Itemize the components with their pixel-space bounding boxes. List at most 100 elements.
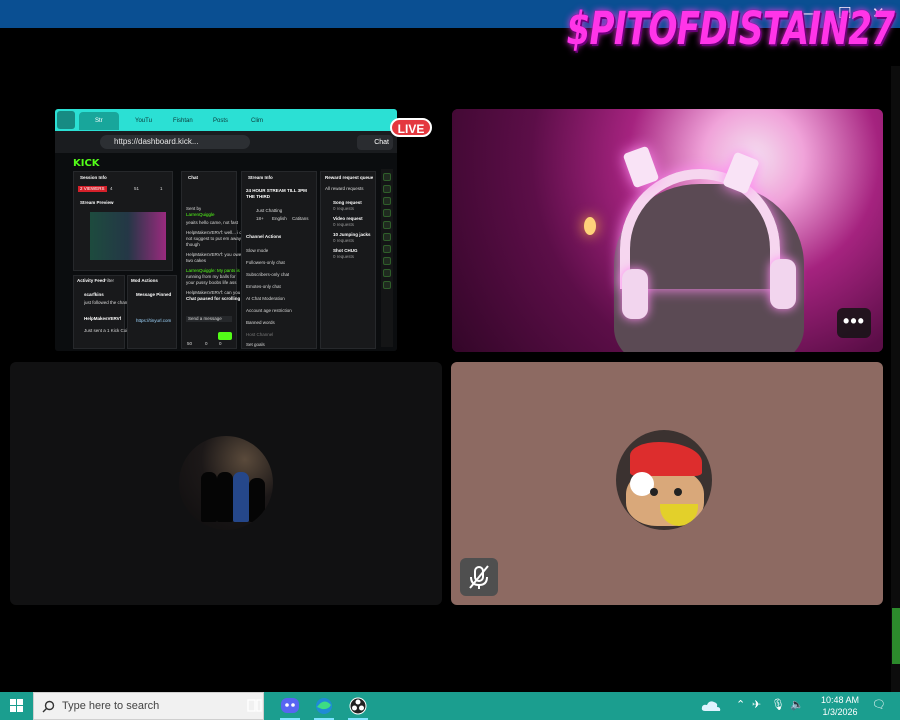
- search-placeholder: Type here to search: [62, 700, 160, 712]
- screen: — ☐ ✕ $PITOFDISTAIN27 Str YouTu Fishtan …: [0, 0, 900, 720]
- obs-icon: [349, 697, 367, 715]
- taskbar-obs[interactable]: [342, 692, 374, 720]
- browser-url-field[interactable]: https://dashboard.kick...: [100, 135, 250, 149]
- tab-posts[interactable]: Posts: [201, 112, 235, 130]
- bottom-stat: 50: [187, 341, 193, 346]
- rail-icon[interactable]: [383, 221, 391, 229]
- taskbar-edge[interactable]: [308, 692, 340, 720]
- session-panel: Session Info 2 VIEWERS 4 51 1 Stream Pre…: [73, 171, 173, 271]
- send-message-input[interactable]: Send a message: [186, 316, 232, 322]
- lamp-light: [584, 217, 596, 235]
- santa-hat: [630, 442, 702, 476]
- channel-action-item[interactable]: Host Channel: [246, 332, 273, 338]
- chat-line: LarrenQuiggle: [186, 212, 215, 217]
- channel-action-item[interactable]: Slow mode: [246, 248, 268, 254]
- tab-clim[interactable]: Clim: [239, 112, 275, 130]
- mod-actions-panel: Mod Actions Message Pinned https://tinyu…: [127, 275, 177, 349]
- reward-count: 0 requests: [333, 238, 355, 243]
- system-clock[interactable]: 10:48 AM 1/3/2026: [813, 694, 867, 718]
- reward-panel: Reward request queue All reward requests…: [320, 171, 376, 349]
- chat-paused-notice[interactable]: Chat paused for scrolling: [186, 296, 240, 302]
- notification-icon[interactable]: 🗨: [872, 698, 886, 711]
- cat-eye: [674, 488, 682, 496]
- activity-line: just followed the channel: [84, 300, 134, 305]
- viewers-badge: 2 VIEWERS: [78, 186, 107, 192]
- taskbar-discord[interactable]: [274, 692, 306, 720]
- channel-action-item[interactable]: Set goals: [246, 342, 265, 348]
- feed-link[interactable]: https://tinyurl.com: [136, 318, 171, 324]
- chat-send-button[interactable]: [218, 332, 232, 340]
- cat-eye: [650, 488, 658, 496]
- windows-logo-icon: [10, 699, 16, 705]
- background-window-edge: [891, 66, 900, 692]
- chat-line: your pussy boobs life ass: [186, 280, 237, 285]
- rail-icon[interactable]: [383, 233, 391, 241]
- rail-icon[interactable]: [383, 209, 391, 217]
- rail-icon[interactable]: [383, 269, 391, 277]
- screenshare-tile[interactable]: Str YouTu Fishtan Posts Clim https://das…: [55, 109, 397, 351]
- avatar: [179, 436, 273, 530]
- rail-icon[interactable]: [383, 185, 391, 193]
- tab-fishtank[interactable]: Fishtan: [161, 112, 197, 130]
- live-badge: LIVE: [390, 118, 432, 137]
- chevron-up-icon[interactable]: ⌃: [736, 698, 745, 711]
- task-view-icon: [247, 699, 262, 712]
- rail-icon[interactable]: [383, 245, 391, 253]
- tab-youtube[interactable]: YouTu: [123, 112, 157, 130]
- channel-action-item[interactable]: Account age restriction: [246, 308, 292, 314]
- stream-tag: 18+: [256, 216, 264, 221]
- chat-line: though: [186, 242, 200, 247]
- tab-actions-icon[interactable]: [57, 111, 75, 129]
- background-window-edge: [892, 608, 900, 664]
- start-button[interactable]: [10, 699, 24, 713]
- stream-preview-video[interactable]: [90, 212, 166, 260]
- stream-info-panel: Stream Info 24 HOUR STREAM TILL 3PM THE …: [241, 171, 317, 349]
- headset-cup: [770, 259, 796, 309]
- task-view-button[interactable]: [238, 692, 270, 720]
- rail-icon[interactable]: [383, 281, 391, 289]
- search-icon: [42, 700, 55, 713]
- activity-line: scarfkins: [84, 292, 104, 297]
- participant-tile[interactable]: [10, 362, 442, 605]
- reward-count: 0 requests: [333, 206, 355, 211]
- channel-action-item[interactable]: Banned words: [246, 320, 275, 326]
- clock-time: 10:48 AM: [820, 695, 860, 705]
- rail-icon[interactable]: [383, 197, 391, 205]
- webcam-tile[interactable]: •••: [452, 109, 883, 352]
- participant-tile-muted[interactable]: [451, 362, 883, 605]
- stream-title: 24 HOUR STREAM TILL 3PM THE THIRD: [246, 188, 307, 199]
- rail-icon[interactable]: [383, 173, 391, 181]
- rail-icon[interactable]: [383, 257, 391, 265]
- person-figure: [233, 472, 249, 522]
- channel-actions-title: Channel Actions: [246, 234, 282, 239]
- bottom-stat: 0: [219, 341, 222, 346]
- chat-title: Chat: [188, 175, 198, 180]
- network-icon[interactable]: ✈: [752, 698, 761, 711]
- speaker-icon[interactable]: 🔈: [790, 698, 804, 711]
- activity-line: Just sent a 1 Kick Coin: [84, 328, 130, 333]
- browser-chat-button[interactable]: Chat: [357, 135, 393, 150]
- taskbar: Type here to search ⌃ ✈ 🎙 🔈 10:48 AM 1/3…: [0, 692, 900, 720]
- username-overlay: $PITOFDISTAIN27: [566, 2, 895, 55]
- channel-action-item[interactable]: Subscribers-only chat: [246, 272, 289, 278]
- activity-feed-panel: Activity Feed Filter scarfkins just foll…: [73, 275, 133, 349]
- stream-tag: English: [272, 216, 287, 221]
- channel-action-item[interactable]: Followers-only chat: [246, 260, 285, 266]
- onedrive-icon[interactable]: [700, 698, 722, 714]
- session-stat: 1: [160, 186, 163, 191]
- microphone-icon[interactable]: 🎙: [771, 698, 785, 711]
- mic-muted-button[interactable]: [460, 558, 498, 596]
- dashboard-side-rail: [381, 169, 393, 347]
- stream-tag: Catitans: [292, 216, 309, 221]
- chat-panel: Chat Sent by LarrenQuiggle yeaits hello …: [181, 171, 249, 349]
- tab-stream[interactable]: Str: [79, 112, 119, 130]
- message-pinned-label: Message Pinned: [136, 292, 172, 297]
- taskbar-search[interactable]: Type here to search: [33, 692, 264, 720]
- channel-action-item[interactable]: Emotes-only chat: [246, 284, 281, 290]
- more-options-button[interactable]: •••: [837, 308, 871, 338]
- chat-line: yeaits hello came, not fast: [186, 220, 239, 225]
- kick-logo: KICK: [73, 158, 100, 169]
- filter-button[interactable]: Filter: [104, 278, 114, 284]
- session-stat: 4: [110, 186, 113, 191]
- channel-action-item[interactable]: AI Chat Moderation: [246, 296, 285, 302]
